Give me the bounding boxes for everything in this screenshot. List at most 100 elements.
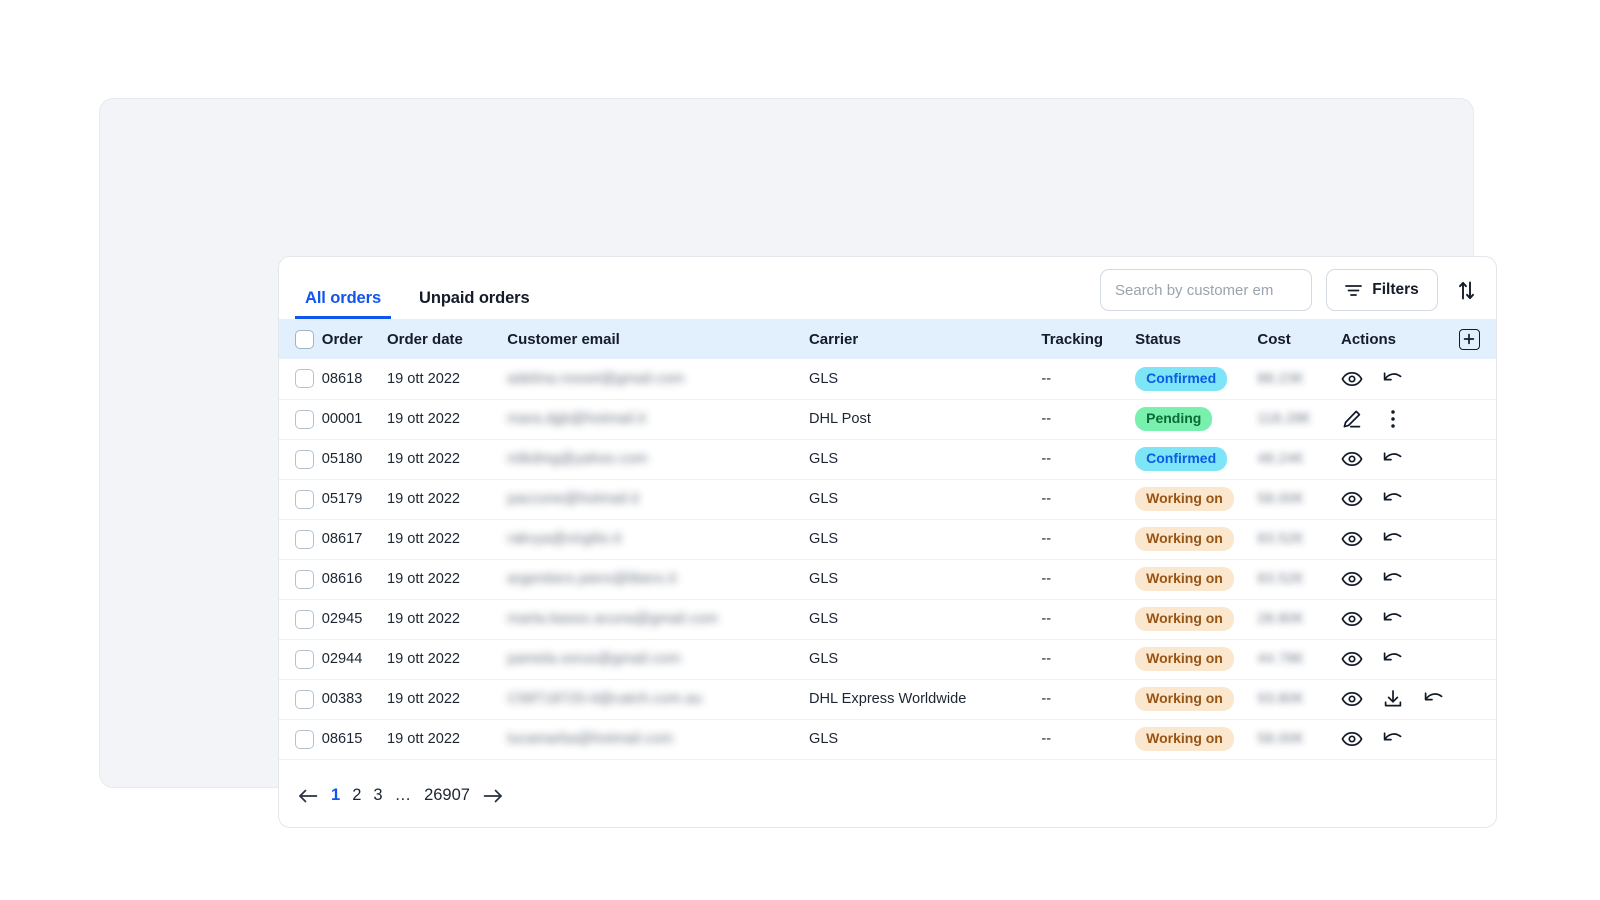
search-field[interactable]: [1100, 269, 1312, 311]
row-checkbox[interactable]: [295, 690, 314, 709]
undo-icon[interactable]: [1382, 488, 1404, 510]
row-checkbox[interactable]: [295, 450, 314, 469]
table-row[interactable]: 02945 19 ott 2022 marta.basso.acuna@gmai…: [279, 599, 1496, 639]
tab-all-orders[interactable]: All orders: [295, 290, 391, 320]
undo-icon[interactable]: [1382, 608, 1404, 630]
pagination-page-3[interactable]: 3: [373, 787, 382, 804]
column-header-tracking[interactable]: Tracking: [1041, 319, 1135, 359]
cost-redacted: 58.00€: [1257, 731, 1303, 747]
pagination-next-button[interactable]: [482, 785, 504, 807]
column-header-carrier[interactable]: Carrier: [809, 319, 1041, 359]
undo-icon[interactable]: [1382, 448, 1404, 470]
cost-redacted: 88.23€: [1257, 371, 1303, 387]
cell-cost: 28.80€: [1257, 599, 1341, 639]
cell-tracking: --: [1041, 479, 1135, 519]
eye-icon[interactable]: [1341, 608, 1363, 630]
row-select-cell: [279, 719, 322, 759]
cell-status: Working on: [1135, 519, 1257, 559]
filters-button[interactable]: Filters: [1326, 269, 1438, 311]
cell-actions: [1341, 599, 1496, 639]
more-vertical-icon[interactable]: [1382, 408, 1404, 430]
card-toolbar: All orders Unpaid orders: [279, 257, 1496, 319]
row-action-group: [1341, 688, 1496, 710]
table-row[interactable]: 00383 19 ott 2022 C58T18725-it@catch.com…: [279, 679, 1496, 719]
row-select-cell: [279, 599, 322, 639]
eye-icon[interactable]: [1341, 528, 1363, 550]
row-action-group: [1341, 568, 1496, 590]
eye-icon[interactable]: [1341, 648, 1363, 670]
select-all-checkbox[interactable]: [295, 330, 314, 349]
sort-arrows-icon[interactable]: [1452, 270, 1480, 310]
undo-icon[interactable]: [1382, 528, 1404, 550]
plus-square-icon[interactable]: [1459, 329, 1480, 350]
table-row[interactable]: 02944 19 ott 2022 pamela.sorus@gmail.com…: [279, 639, 1496, 679]
cell-customer-email: lucamarba@hotmail.com: [507, 719, 809, 759]
column-header-order[interactable]: Order: [322, 319, 387, 359]
search-input[interactable]: [1115, 282, 1297, 299]
status-badge: Working on: [1135, 527, 1234, 552]
status-badge: Working on: [1135, 567, 1234, 592]
cell-order-date: 19 ott 2022: [387, 399, 507, 439]
row-checkbox[interactable]: [295, 369, 314, 388]
row-checkbox[interactable]: [295, 410, 314, 429]
table-row[interactable]: 08616 19 ott 2022 argentiero.piero@liber…: [279, 559, 1496, 599]
table-row[interactable]: 08618 19 ott 2022 adelina.rosset@gmail.c…: [279, 359, 1496, 399]
cell-order-date: 19 ott 2022: [387, 639, 507, 679]
column-header-cost[interactable]: Cost: [1257, 319, 1341, 359]
row-checkbox[interactable]: [295, 730, 314, 749]
undo-icon[interactable]: [1382, 648, 1404, 670]
eye-icon[interactable]: [1341, 728, 1363, 750]
cell-order: 00383: [322, 679, 387, 719]
row-checkbox[interactable]: [295, 490, 314, 509]
cell-carrier: GLS: [809, 479, 1041, 519]
cell-order: 02945: [322, 599, 387, 639]
pagination-page-2[interactable]: 2: [352, 787, 361, 804]
cell-cost: 83.52€: [1257, 559, 1341, 599]
undo-icon[interactable]: [1382, 728, 1404, 750]
undo-icon[interactable]: [1382, 368, 1404, 390]
eye-icon[interactable]: [1341, 448, 1363, 470]
undo-icon[interactable]: [1423, 688, 1445, 710]
eye-icon[interactable]: [1341, 368, 1363, 390]
column-header-status[interactable]: Status: [1135, 319, 1257, 359]
eye-icon[interactable]: [1341, 488, 1363, 510]
column-header-actions: Actions: [1341, 319, 1443, 359]
row-checkbox[interactable]: [295, 530, 314, 549]
pagination-page-1[interactable]: 1: [331, 787, 340, 804]
row-checkbox[interactable]: [295, 570, 314, 589]
cell-carrier: GLS: [809, 599, 1041, 639]
cell-order-date: 19 ott 2022: [387, 599, 507, 639]
pagination-prev-button[interactable]: [297, 785, 319, 807]
screen: All orders Unpaid orders: [0, 0, 1600, 900]
eye-icon[interactable]: [1341, 568, 1363, 590]
row-select-cell: [279, 519, 322, 559]
cell-status: Pending: [1135, 399, 1257, 439]
table-row[interactable]: 00001 19 ott 2022 mara.dgb@hotmail.it DH…: [279, 399, 1496, 439]
pencil-icon[interactable]: [1341, 408, 1363, 430]
pagination-page-last[interactable]: 26907: [424, 787, 470, 804]
row-checkbox[interactable]: [295, 610, 314, 629]
orders-table: Order Order date Customer email Carrier …: [279, 319, 1496, 760]
undo-icon[interactable]: [1382, 568, 1404, 590]
cost-redacted: 93.80€: [1257, 691, 1303, 707]
table-row[interactable]: 05179 19 ott 2022 paccone@hotmail.it GLS…: [279, 479, 1496, 519]
row-action-group: [1341, 728, 1496, 750]
table-row[interactable]: 05180 19 ott 2022 mlkdmg@yahoo.com GLS -…: [279, 439, 1496, 479]
cell-cost: 118.28€: [1257, 399, 1341, 439]
customer-email-redacted: pamela.sorus@gmail.com: [507, 651, 680, 667]
toolbar-actions: Filters: [1100, 269, 1480, 311]
row-action-group: [1341, 368, 1496, 390]
status-badge: Working on: [1135, 647, 1234, 672]
download-icon[interactable]: [1382, 688, 1404, 710]
eye-icon[interactable]: [1341, 688, 1363, 710]
cell-tracking: --: [1041, 559, 1135, 599]
tab-unpaid-orders[interactable]: Unpaid orders: [409, 290, 540, 320]
column-header-order-date[interactable]: Order date: [387, 319, 507, 359]
cell-status: Working on: [1135, 719, 1257, 759]
row-checkbox[interactable]: [295, 650, 314, 669]
orders-card: All orders Unpaid orders: [278, 256, 1497, 828]
table-row[interactable]: 08617 19 ott 2022 rakvya@virgilio.it GLS…: [279, 519, 1496, 559]
table-row[interactable]: 08615 19 ott 2022 lucamarba@hotmail.com …: [279, 719, 1496, 759]
row-action-group: [1341, 648, 1496, 670]
column-header-customer-email[interactable]: Customer email: [507, 319, 809, 359]
